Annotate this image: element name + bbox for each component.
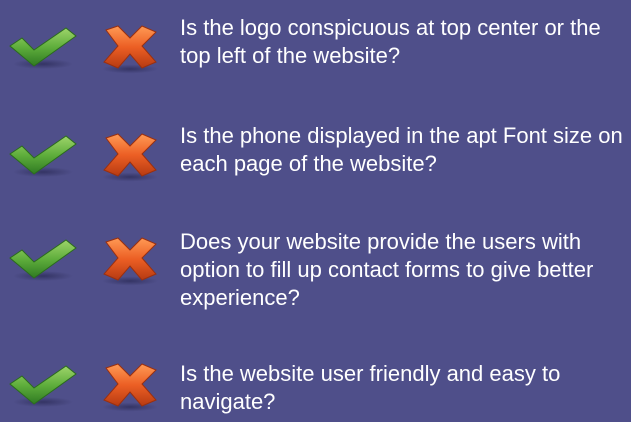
checkmark-icon xyxy=(8,24,78,70)
checkmark-icon xyxy=(8,362,78,408)
item-icons xyxy=(8,362,163,422)
checkmark-icon xyxy=(8,236,78,282)
cross-icon xyxy=(98,362,162,412)
item-icons xyxy=(8,24,163,84)
item-icons xyxy=(8,236,163,296)
checklist-question: Is the logo conspicuous at top center or… xyxy=(180,15,601,68)
item-icons xyxy=(8,132,163,192)
checklist-question: Is the website user friendly and easy to… xyxy=(180,361,561,414)
checklist: Is the logo conspicuous at top center or… xyxy=(0,0,631,419)
checkmark-icon xyxy=(8,132,78,178)
cross-icon xyxy=(98,236,162,286)
cross-icon xyxy=(98,132,162,182)
checklist-question: Does your website provide the users with… xyxy=(180,229,594,310)
cross-icon xyxy=(98,24,162,74)
checklist-question: Is the phone displayed in the apt Font s… xyxy=(180,123,623,176)
